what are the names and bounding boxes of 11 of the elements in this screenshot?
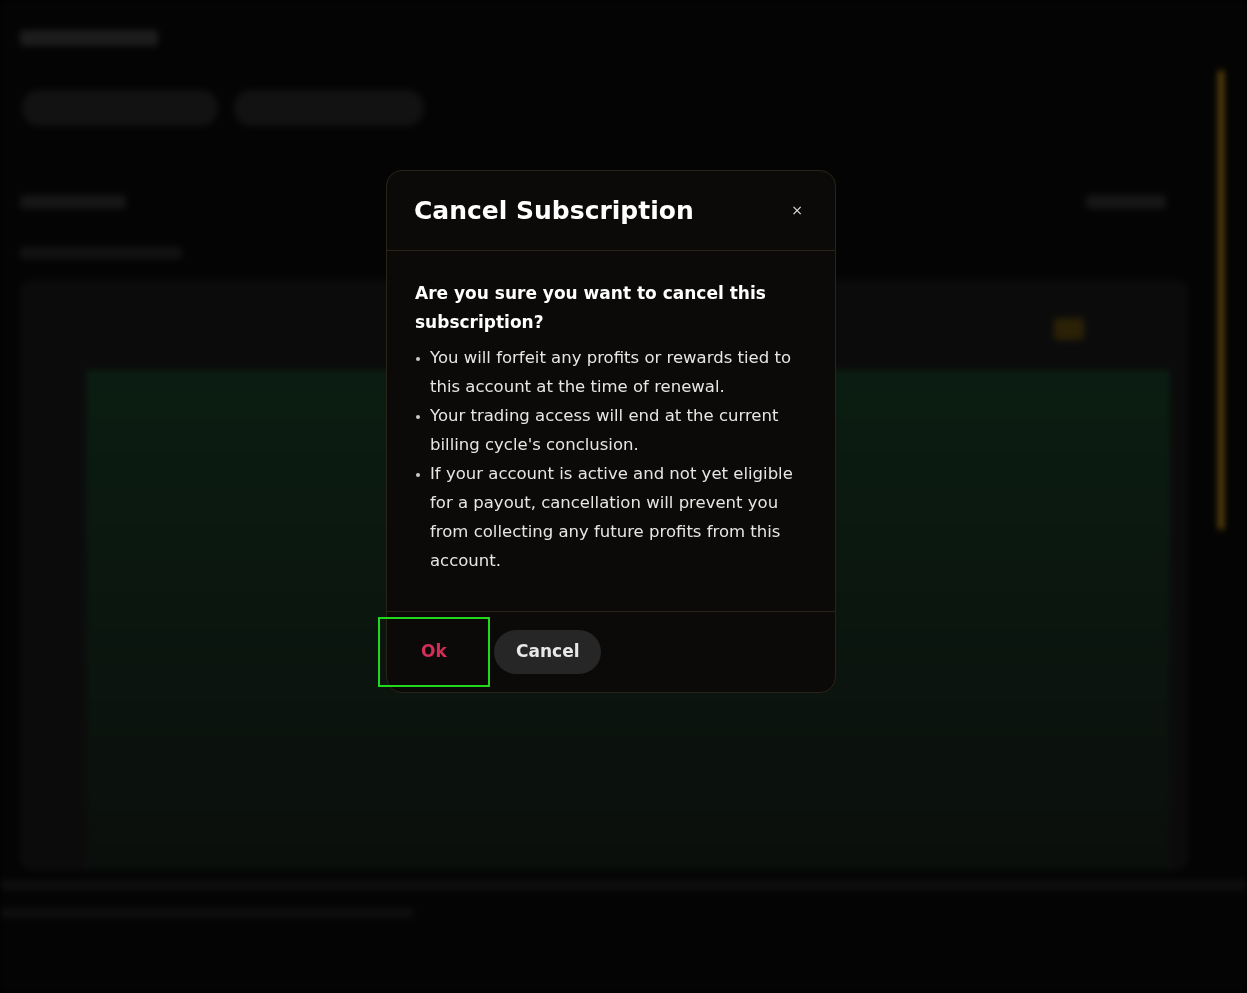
ok-button[interactable]: Ok: [378, 617, 490, 687]
consequence-text: Your trading access will end at the current billing cycle's conclusion.: [430, 405, 780, 456]
cancel-button[interactable]: Cancel: [494, 630, 602, 674]
dialog-title: Cancel Subscription: [414, 194, 694, 227]
close-button[interactable]: ×: [791, 200, 803, 221]
bullet-icon: [416, 415, 420, 419]
consequence-text: If your account is active and not yet eligible for a payout, cancellation will prevent you from collecting any future profits from this account.: [430, 463, 794, 572]
bullet-icon: [416, 473, 420, 477]
bullet-icon: [416, 357, 420, 361]
confirmation-question: Are you sure you want to cancel this subscription?: [415, 282, 767, 334]
consequence-text: You will forfeit any profits or rewards tied to this account at the time of renewal.: [430, 347, 792, 398]
